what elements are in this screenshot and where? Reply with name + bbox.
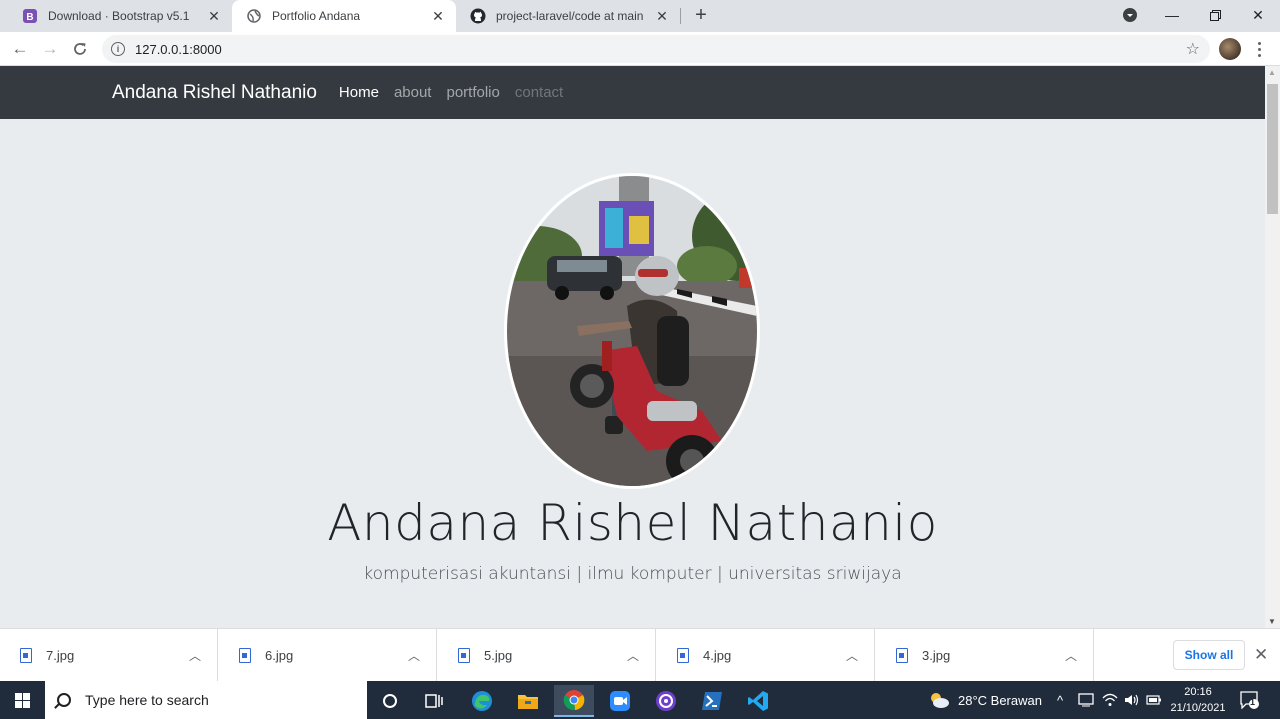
battery-icon[interactable] — [1146, 681, 1162, 719]
tab-search-button[interactable] — [1108, 0, 1152, 30]
chevron-up-icon[interactable]: ︿ — [189, 647, 201, 664]
image-file-icon — [896, 648, 908, 663]
chevron-up-icon[interactable]: ︿ — [408, 647, 420, 664]
bookmark-star-icon[interactable]: ☆ — [1186, 39, 1200, 59]
edge-icon[interactable] — [462, 685, 502, 717]
download-item[interactable]: 5.jpg ︿ — [438, 629, 656, 682]
download-item[interactable]: 7.jpg ︿ — [0, 629, 218, 682]
image-file-icon — [20, 648, 32, 663]
url-text: 127.0.0.1:8000 — [135, 41, 222, 57]
system-clock[interactable]: 20:16 21/10/2021 — [1166, 684, 1230, 716]
taskbar-search-input[interactable]: Type here to search — [45, 681, 367, 719]
search-icon — [57, 693, 71, 707]
download-filename: 6.jpg — [265, 648, 294, 663]
close-icon[interactable]: ✕ — [206, 8, 222, 24]
tray-app-icon[interactable] — [1078, 681, 1094, 719]
browser-toolbar: ← → i 127.0.0.1:8000 ☆ — [0, 32, 1280, 66]
new-tab-button[interactable]: + — [690, 4, 712, 26]
chevron-down-icon — [1123, 8, 1137, 22]
download-item[interactable]: 4.jpg ︿ — [657, 629, 875, 682]
page-viewport: Andana Rishel Nathanio Home about portfo… — [0, 66, 1265, 628]
clock-time: 20:16 — [1184, 686, 1212, 698]
notifications-icon[interactable]: 1 — [1240, 681, 1260, 719]
windows-logo-icon — [15, 692, 30, 708]
restore-icon — [1209, 9, 1221, 21]
tab-bootstrap[interactable]: B Download · Bootstrap v5.1 ✕ — [8, 0, 232, 32]
hero-subtitle: komputerisasi akuntansi | ilmu komputer … — [363, 564, 902, 584]
notification-count: 1 — [1250, 697, 1256, 707]
nav-link-portfolio[interactable]: portfolio — [446, 84, 499, 101]
back-button[interactable]: ← — [8, 37, 32, 61]
start-button[interactable] — [0, 681, 45, 719]
forward-button[interactable]: → — [38, 37, 62, 61]
download-filename: 7.jpg — [46, 648, 75, 663]
download-filename: 4.jpg — [703, 648, 732, 663]
chevron-up-icon[interactable]: ︿ — [846, 647, 858, 664]
reload-icon — [74, 43, 86, 55]
restore-button[interactable] — [1193, 0, 1237, 30]
browser-menu-icon[interactable] — [1252, 38, 1266, 60]
file-explorer-icon[interactable] — [508, 685, 548, 717]
cortana-icon[interactable] — [370, 685, 410, 717]
chevron-up-icon[interactable]: ︿ — [627, 647, 639, 664]
search-placeholder: Type here to search — [85, 692, 209, 708]
download-filename: 5.jpg — [484, 648, 513, 663]
tab-strip: B Download · Bootstrap v5.1 ✕ Portfolio … — [0, 0, 1280, 32]
powershell-icon[interactable] — [692, 685, 732, 717]
tab-title: Download · Bootstrap v5.1 — [48, 9, 190, 23]
task-view-icon[interactable] — [414, 685, 454, 717]
tab-title: project-laravel/code at main · An — [496, 9, 648, 23]
weather-cloud-icon — [931, 693, 949, 708]
scrollbar-thumb[interactable] — [1267, 84, 1278, 214]
tab-portfolio[interactable]: Portfolio Andana ✕ — [232, 0, 456, 32]
nav-link-contact[interactable]: contact — [515, 84, 563, 101]
github-icon — [470, 8, 486, 24]
zoom-icon[interactable] — [600, 685, 640, 717]
close-window-button[interactable]: ✕ — [1236, 0, 1280, 30]
clock-date: 21/10/2021 — [1170, 702, 1226, 714]
vscode-icon[interactable] — [738, 685, 778, 717]
tab-separator — [680, 8, 681, 24]
image-file-icon — [458, 648, 470, 663]
wifi-icon[interactable] — [1102, 681, 1118, 719]
show-hidden-icons-chevron-up-icon[interactable]: ^ — [1057, 681, 1063, 719]
scroll-up-icon[interactable]: ▲ — [1268, 68, 1276, 77]
download-item[interactable]: 3.jpg ︿ — [876, 629, 1094, 682]
profile-photo — [504, 173, 760, 489]
scroll-down-icon[interactable]: ▼ — [1268, 617, 1276, 626]
close-icon[interactable]: ✕ — [430, 8, 446, 24]
github-desktop-icon[interactable] — [646, 685, 686, 717]
minimize-button[interactable]: — — [1150, 0, 1194, 30]
site-navbar: Andana Rishel Nathanio Home about portfo… — [0, 66, 1265, 119]
navbar-brand[interactable]: Andana Rishel Nathanio — [112, 82, 317, 104]
profile-avatar[interactable] — [1219, 38, 1241, 60]
bootstrap-icon: B — [22, 8, 38, 24]
chevron-up-icon[interactable]: ︿ — [1065, 647, 1077, 664]
volume-icon[interactable] — [1124, 681, 1140, 719]
nav-link-about[interactable]: about — [394, 84, 432, 101]
download-filename: 3.jpg — [922, 648, 951, 663]
site-info-icon[interactable]: i — [111, 42, 125, 56]
image-file-icon — [239, 648, 251, 663]
download-shelf: 7.jpg ︿ 6.jpg ︿ 5.jpg ︿ 4.jpg ︿ 3.jpg ︿ … — [0, 628, 1280, 682]
hero-heading: Andana Rishel Nathanio — [327, 494, 938, 552]
close-icon[interactable]: ✕ — [654, 8, 670, 24]
chrome-icon[interactable] — [554, 685, 594, 717]
tab-github[interactable]: project-laravel/code at main · An ✕ — [456, 0, 680, 32]
download-item[interactable]: 6.jpg ︿ — [219, 629, 437, 682]
tab-title: Portfolio Andana — [272, 9, 361, 23]
page-scrollbar[interactable]: ▲ ▼ — [1265, 66, 1280, 628]
globe-icon — [246, 8, 262, 24]
profile-photo-image — [507, 176, 757, 486]
weather-widget[interactable]: 28°C Berawan — [928, 681, 1042, 719]
show-all-downloads-button[interactable]: Show all — [1173, 640, 1245, 670]
nav-link-home[interactable]: Home — [339, 84, 379, 101]
reload-button[interactable] — [68, 37, 92, 61]
close-icon[interactable]: ✕ — [1254, 645, 1268, 665]
windows-taskbar: Type here to search 28°C Berawan ^ 20:16… — [0, 681, 1280, 719]
weather-text: 28°C Berawan — [958, 692, 1042, 708]
svg-text:B: B — [26, 12, 33, 23]
image-file-icon — [677, 648, 689, 663]
address-bar[interactable]: i 127.0.0.1:8000 ☆ — [102, 35, 1210, 63]
